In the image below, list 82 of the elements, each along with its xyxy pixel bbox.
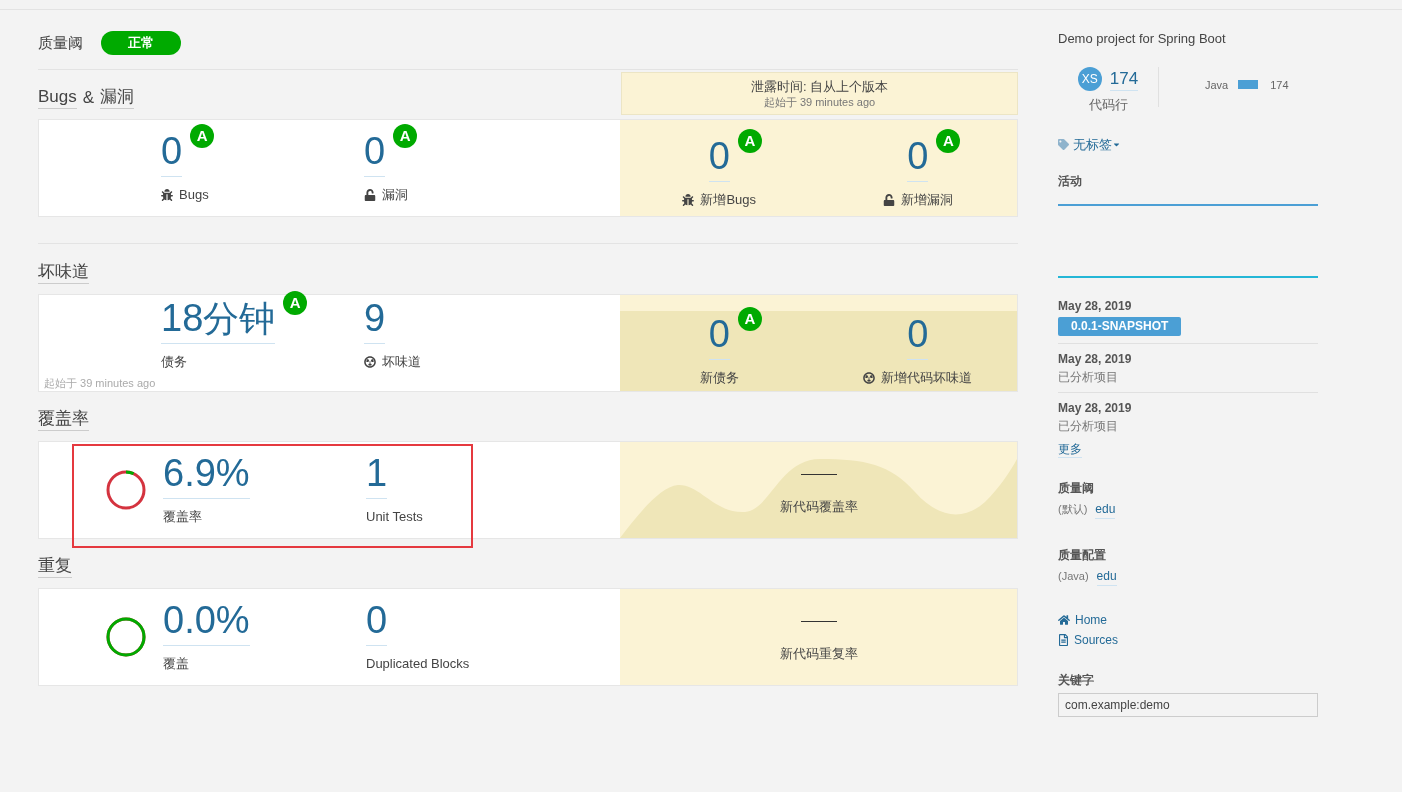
language-lines: 174 [1270, 78, 1289, 93]
rating-badge: A [737, 306, 762, 331]
bug-icon [161, 188, 173, 201]
metric-value[interactable]: 0 [907, 136, 929, 182]
metric-value[interactable]: 0 [708, 136, 730, 182]
section-title[interactable]: Bugs [38, 86, 77, 109]
section-title[interactable]: 覆盖率 [38, 408, 89, 431]
event-date: May 28, 2019 [1058, 298, 1132, 314]
section-title: & [82, 86, 95, 109]
metric-label: 漏洞 [382, 185, 408, 204]
quality-gate-title: 质量阈 [38, 32, 83, 53]
more-link[interactable]: 更多 [1058, 441, 1082, 458]
rating-badge: A [737, 128, 762, 153]
status-badge: 正常 [101, 31, 181, 55]
activity-title: 活动 [1058, 173, 1083, 190]
rating-badge: A [190, 123, 215, 148]
sidebar-heading: 关键字 [1058, 672, 1095, 688]
empty-value-line [800, 620, 837, 622]
donut-gauge [105, 616, 147, 658]
metric-value[interactable]: 0.0% [163, 600, 250, 646]
section-title[interactable]: 重复 [38, 555, 72, 578]
metric-label: 债务 [161, 353, 187, 372]
event-text: 已分析项目 [1058, 369, 1118, 385]
metric-label: Duplicated Blocks [366, 654, 470, 673]
metric-value[interactable]: 18分钟 [161, 299, 276, 345]
sidebar-link[interactable]: Sources [1074, 632, 1119, 648]
metric-value[interactable]: 0 [364, 131, 386, 177]
unlock-icon [882, 193, 895, 206]
language-bar [1238, 80, 1259, 89]
sidebar-heading: 质量配置 [1058, 547, 1107, 563]
metric-label: Bugs [179, 185, 209, 204]
metric-label: 新代码重复率 [779, 644, 858, 663]
metric-value[interactable]: 0 [161, 131, 183, 177]
home-icon [1058, 614, 1070, 626]
event-date: May 28, 2019 [1058, 400, 1132, 416]
metric-label: 新增代码坏味道 [881, 368, 973, 387]
lines-of-code-value[interactable]: 174 [1109, 67, 1139, 91]
rating-badge: A [936, 128, 961, 153]
profile-link[interactable]: edu [1095, 500, 1116, 519]
metric-label: 覆盖率 [163, 507, 202, 526]
profile-link[interactable]: edu [1096, 567, 1117, 586]
section-title[interactable]: 漏洞 [100, 86, 135, 109]
metric-value[interactable]: 9 [364, 299, 386, 345]
since-note: 起始于 39 minutes ago [43, 376, 157, 391]
event-date: May 28, 2019 [1058, 351, 1132, 367]
qualifier-text: (Java) [1058, 569, 1089, 585]
leak-period-title: 泄露时间: 自从上个版本 [750, 77, 889, 95]
metric-label: 新债务 [699, 368, 739, 387]
metric-label: 新代码覆盖率 [779, 497, 858, 516]
metric-value[interactable]: 0 [907, 314, 929, 360]
section-title[interactable]: 坏味道 [38, 261, 89, 284]
metric-label: Unit Tests [366, 507, 423, 526]
donut-gauge [105, 469, 147, 511]
qualifier-text: (默认) [1058, 502, 1088, 518]
empty-value-line [800, 473, 837, 475]
metric-label: 覆盖 [163, 654, 189, 673]
unlock-icon [364, 188, 376, 201]
language-name: Java [1205, 78, 1229, 93]
event-text: 已分析项目 [1058, 418, 1118, 434]
leak-period-since: 起始于 39 minutes ago [763, 94, 876, 110]
metric-label: 坏味道 [382, 353, 421, 372]
metric-value[interactable]: 0 [366, 600, 388, 646]
lines-of-code-label: 代码行 [1088, 96, 1128, 114]
rating-badge: A [393, 123, 418, 148]
metric-label: 新增漏洞 [900, 190, 953, 209]
project-key-field[interactable]: com.example:demo [1058, 693, 1318, 717]
version-badge: 0.0.1-SNAPSHOT [1058, 317, 1182, 336]
rating-badge: A [283, 291, 308, 316]
metric-value[interactable]: 0 [708, 314, 730, 360]
radiation-icon [364, 356, 376, 368]
project-description: Demo project for Spring Boot [1058, 30, 1227, 48]
metric-value[interactable]: 6.9% [163, 453, 250, 499]
bug-icon [682, 193, 695, 206]
file-icon [1058, 634, 1069, 646]
size-avatar: XS [1077, 67, 1102, 91]
tags-dropdown[interactable]: 无标签 [1073, 134, 1121, 154]
radiation-icon [863, 371, 876, 384]
sidebar-heading: 质量阈 [1058, 480, 1095, 496]
metric-value[interactable]: 1 [366, 453, 388, 499]
tag-icon [1058, 138, 1069, 150]
sidebar-link[interactable]: Home [1075, 612, 1107, 628]
metric-label: 新增Bugs [700, 190, 757, 209]
